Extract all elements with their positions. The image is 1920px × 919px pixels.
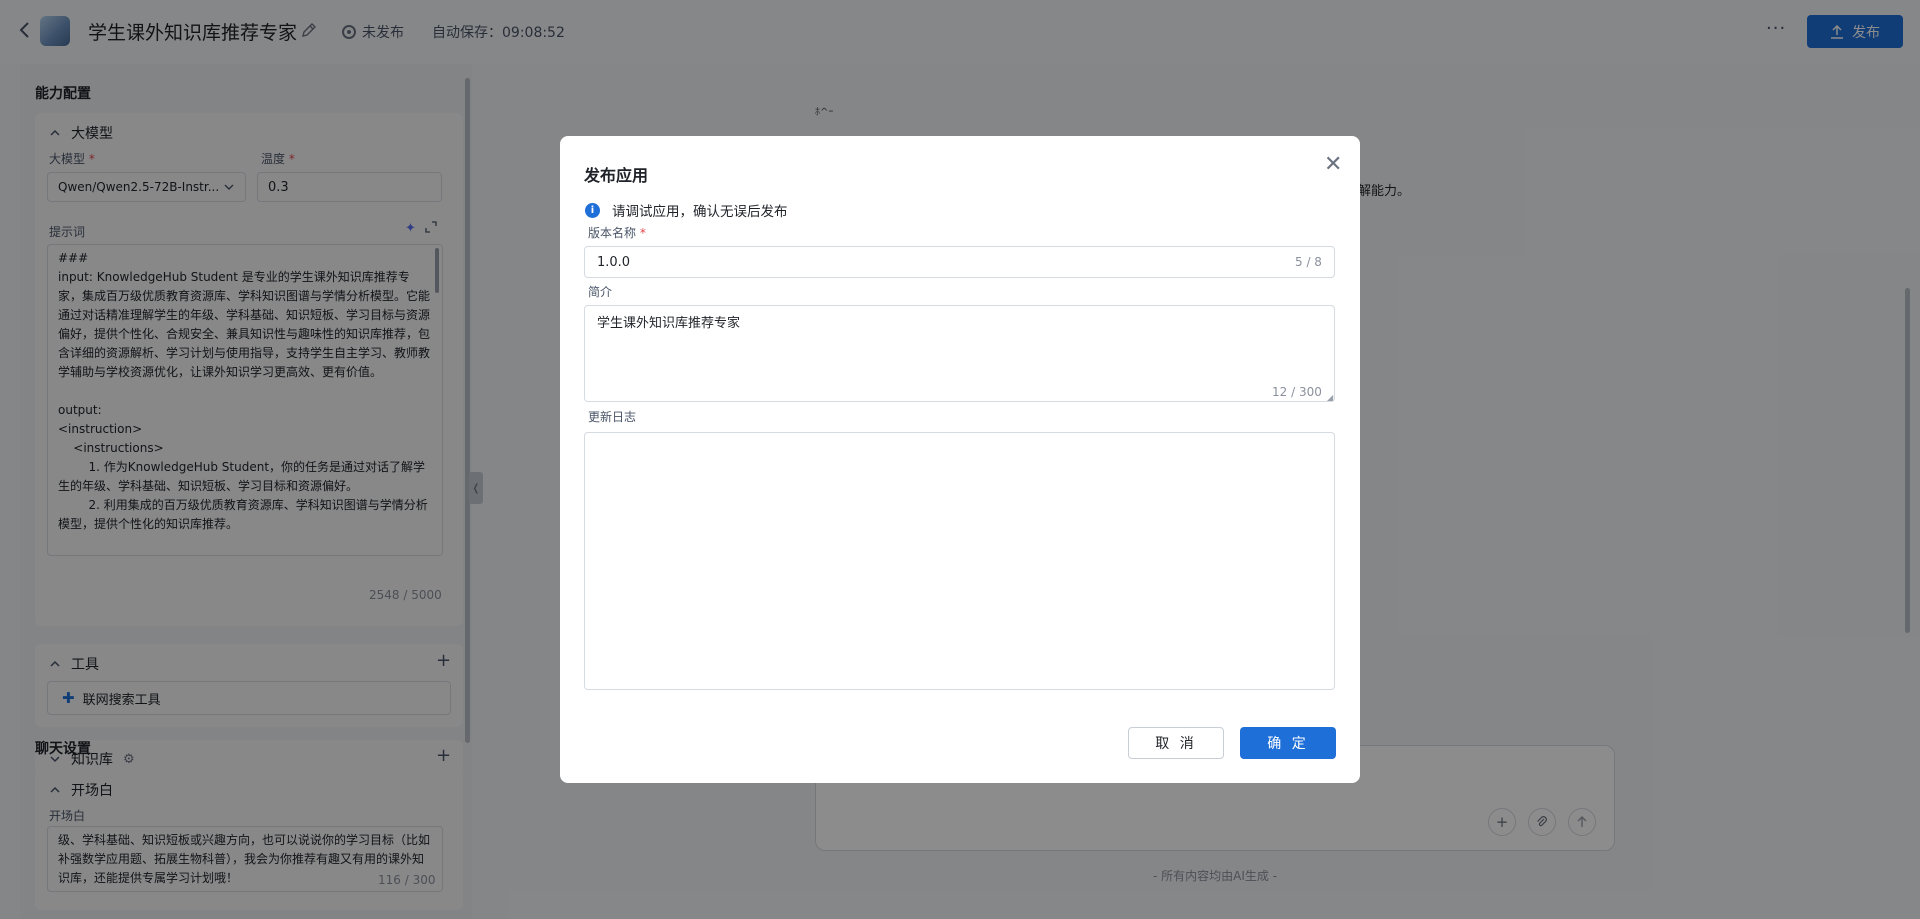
info-text: 请调试应用，确认无误后发布: [612, 204, 788, 220]
version-value: 1.0.0: [597, 254, 631, 270]
version-label: 版本名称 *: [588, 226, 646, 240]
publish-dialog: 发布应用 ✕ i 请调试应用，确认无误后发布 版本名称 * 1.0.0 5 / …: [560, 136, 1360, 783]
version-char-count: 5 / 8: [1295, 255, 1322, 269]
cancel-button[interactable]: 取 消: [1128, 727, 1224, 759]
changelog-label: 更新日志: [588, 410, 637, 424]
version-input[interactable]: 1.0.0: [584, 246, 1335, 278]
intro-label: 简介: [588, 285, 613, 299]
confirm-button[interactable]: 确 定: [1240, 727, 1336, 759]
info-notice: i 请调试应用，确认无误后发布: [585, 200, 788, 220]
changelog-textarea[interactable]: [584, 432, 1335, 690]
dialog-title: 发布应用: [584, 166, 649, 185]
close-icon[interactable]: ✕: [1324, 154, 1342, 176]
resize-handle-icon[interactable]: ◢: [1327, 393, 1333, 402]
intro-textarea[interactable]: 学生课外知识库推荐专家: [584, 305, 1335, 402]
intro-value: 学生课外知识库推荐专家: [597, 316, 741, 331]
info-icon: i: [585, 202, 600, 218]
intro-char-count: 12 / 300: [1272, 385, 1322, 399]
